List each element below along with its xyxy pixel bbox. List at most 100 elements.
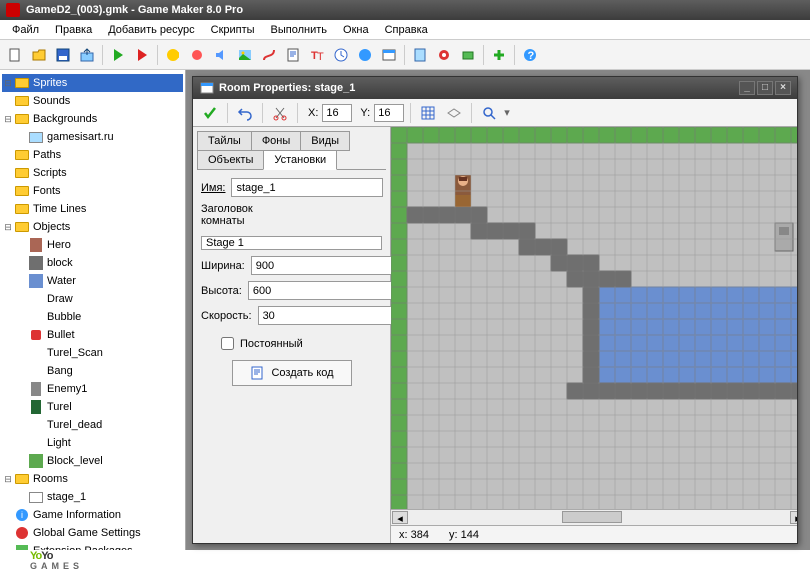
debug-icon[interactable] bbox=[131, 44, 153, 66]
tree-item[interactable]: block bbox=[2, 254, 183, 272]
tree-item[interactable]: stage_1 bbox=[2, 488, 183, 506]
tree-toggle-icon[interactable]: ⊟ bbox=[2, 474, 14, 485]
cut-icon[interactable] bbox=[269, 102, 291, 124]
tree-item[interactable]: ⊟Objects bbox=[2, 218, 183, 236]
tab-settings[interactable]: Установки bbox=[263, 150, 337, 170]
tree-item[interactable]: Bullet bbox=[2, 326, 183, 344]
room-window-titlebar[interactable]: Room Properties: stage_1 _ □ × bbox=[193, 77, 797, 99]
undo-icon[interactable] bbox=[234, 102, 256, 124]
status-y-value: 144 bbox=[461, 529, 479, 541]
room-grid bbox=[391, 127, 797, 509]
resource-tree[interactable]: ⊟ Sprites Sounds ⊟ Backgrounds gamesisart.ruP… bbox=[0, 70, 186, 550]
save-icon[interactable] bbox=[52, 44, 74, 66]
snap-x-input[interactable] bbox=[322, 104, 352, 122]
menu-run[interactable]: Выполнить bbox=[263, 22, 335, 38]
object-icon[interactable] bbox=[354, 44, 376, 66]
tree-toggle-icon[interactable]: ⊟ bbox=[2, 78, 14, 89]
tree-obj-turel-icon bbox=[28, 400, 44, 414]
new-icon[interactable] bbox=[4, 44, 26, 66]
tree-item[interactable]: ⊟Rooms bbox=[2, 470, 183, 488]
path-icon[interactable] bbox=[258, 44, 280, 66]
tree-item[interactable]: ⊟ Backgrounds bbox=[2, 110, 183, 128]
room-caption-input[interactable] bbox=[201, 236, 382, 250]
room-width-input[interactable] bbox=[251, 256, 403, 275]
room-speed-input[interactable] bbox=[258, 306, 410, 325]
create-code-button[interactable]: Создать код bbox=[232, 360, 352, 386]
menu-edit[interactable]: Правка bbox=[47, 22, 100, 38]
tree-item[interactable]: Scripts bbox=[2, 164, 183, 182]
tree-toggle-icon[interactable]: ⊟ bbox=[2, 114, 14, 125]
open-icon[interactable] bbox=[28, 44, 50, 66]
tree-item[interactable]: Enemy1 bbox=[2, 380, 183, 398]
tree-toggle-icon[interactable]: ⊟ bbox=[2, 222, 14, 233]
tree-item[interactable]: Global Game Settings bbox=[2, 524, 183, 542]
tree-item[interactable]: Turel bbox=[2, 398, 183, 416]
iso-grid-icon[interactable] bbox=[443, 102, 465, 124]
room-canvas[interactable] bbox=[391, 127, 797, 509]
close-icon[interactable]: × bbox=[775, 81, 791, 95]
tree-item[interactable]: Turel_dead bbox=[2, 416, 183, 434]
maximize-icon[interactable]: □ bbox=[757, 81, 773, 95]
tree-item[interactable]: Water bbox=[2, 272, 183, 290]
tree-folder-icon bbox=[14, 148, 30, 162]
tree-item[interactable]: Bang bbox=[2, 362, 183, 380]
script-icon[interactable] bbox=[282, 44, 304, 66]
tree-item[interactable]: Block_level bbox=[2, 452, 183, 470]
scrollbar-thumb[interactable] bbox=[562, 511, 622, 523]
pacman-icon[interactable] bbox=[162, 44, 184, 66]
background-icon[interactable] bbox=[234, 44, 256, 66]
minimize-icon[interactable]: _ bbox=[739, 81, 755, 95]
tree-item[interactable]: Bubble bbox=[2, 308, 183, 326]
persistent-checkbox[interactable] bbox=[221, 337, 234, 350]
zoom-icon[interactable] bbox=[478, 102, 500, 124]
tree-obj-icon bbox=[28, 292, 44, 306]
room-icon[interactable] bbox=[378, 44, 400, 66]
status-x-label: x: bbox=[399, 529, 408, 541]
tree-item[interactable]: Turel_Scan bbox=[2, 344, 183, 362]
zoom-dropdown-icon[interactable]: ▾ bbox=[504, 106, 510, 119]
tree-item[interactable]: Fonts bbox=[2, 182, 183, 200]
tree-item[interactable]: Time Lines bbox=[2, 200, 183, 218]
tree-item[interactable]: iGame Information bbox=[2, 506, 183, 524]
menu-scripts[interactable]: Скрипты bbox=[203, 22, 263, 38]
extension-icon[interactable] bbox=[457, 44, 479, 66]
help-icon[interactable]: ? bbox=[519, 44, 541, 66]
tab-backgrounds[interactable]: Фоны bbox=[251, 131, 301, 151]
tab-objects[interactable]: Объекты bbox=[197, 150, 264, 170]
run-icon[interactable] bbox=[107, 44, 129, 66]
tree-obj-icon bbox=[28, 364, 44, 378]
sprite-icon[interactable] bbox=[186, 44, 208, 66]
tree-item[interactable]: gamesisart.ru bbox=[2, 128, 183, 146]
room-height-input[interactable] bbox=[248, 281, 400, 300]
tab-tiles[interactable]: Тайлы bbox=[197, 131, 252, 151]
font-icon[interactable]: TT bbox=[306, 44, 328, 66]
game-info-icon[interactable] bbox=[409, 44, 431, 66]
menu-file[interactable]: Файл bbox=[4, 22, 47, 38]
scroll-right-icon[interactable]: ▸ bbox=[790, 511, 797, 524]
tree-item[interactable]: Light bbox=[2, 434, 183, 452]
export-icon[interactable] bbox=[76, 44, 98, 66]
menu-help[interactable]: Справка bbox=[377, 22, 436, 38]
tab-views[interactable]: Виды bbox=[300, 131, 350, 151]
plus-icon[interactable] bbox=[488, 44, 510, 66]
tree-item[interactable]: ⊟ Sprites bbox=[2, 74, 183, 92]
timeline-icon[interactable] bbox=[330, 44, 352, 66]
settings-icon[interactable] bbox=[433, 44, 455, 66]
menu-add-resource[interactable]: Добавить ресурс bbox=[100, 22, 202, 38]
snap-y-input[interactable] bbox=[374, 104, 404, 122]
tree-item-label: Backgrounds bbox=[33, 113, 97, 125]
tree-item[interactable]: Draw bbox=[2, 290, 183, 308]
confirm-icon[interactable] bbox=[199, 102, 221, 124]
room-name-input[interactable] bbox=[231, 178, 383, 197]
scroll-left-icon[interactable]: ◂ bbox=[392, 511, 408, 524]
tree-item[interactable]: Hero bbox=[2, 236, 183, 254]
horizontal-scrollbar[interactable]: ◂ ▸ bbox=[391, 509, 797, 525]
tree-item-label: Sprites bbox=[33, 77, 67, 89]
room-properties-panel: Тайлы Фоны Виды Объекты Установки Имя: З… bbox=[193, 127, 391, 543]
sound-icon[interactable] bbox=[210, 44, 232, 66]
menu-windows[interactable]: Окна bbox=[335, 22, 377, 38]
tree-settings-icon bbox=[14, 526, 30, 540]
tree-item[interactable]: Paths bbox=[2, 146, 183, 164]
grid-icon[interactable] bbox=[417, 102, 439, 124]
tree-item[interactable]: Sounds bbox=[2, 92, 183, 110]
